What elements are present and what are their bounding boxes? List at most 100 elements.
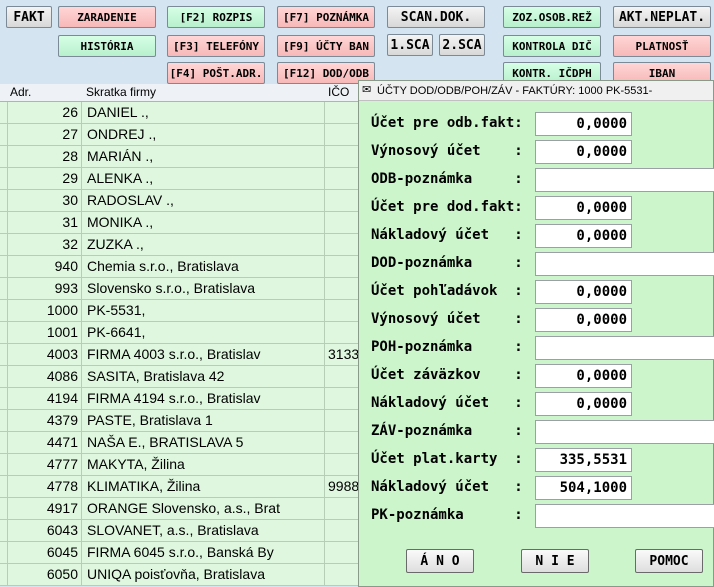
- adr-cell: 6045: [8, 542, 82, 563]
- table-row[interactable]: 6043 SLOVANET, a.s., Bratislava: [0, 520, 358, 542]
- name-cell: PASTE, Bratislava 1: [84, 410, 325, 431]
- dod-account-input[interactable]: 0,0000: [535, 196, 632, 220]
- table-row[interactable]: 4778 KLIMATIKA, Žilina 9988: [0, 476, 358, 498]
- table-row[interactable]: 4379 PASTE, Bratislava 1: [0, 410, 358, 432]
- zav-note-input[interactable]: [535, 420, 714, 444]
- row-selector[interactable]: [0, 190, 8, 211]
- f7-poznamka-button[interactable]: [F7] POZNÁMKA: [277, 6, 375, 28]
- pomoc-button[interactable]: POMOC: [635, 549, 703, 573]
- zav-account-input[interactable]: 0,0000: [535, 364, 632, 388]
- nie-button[interactable]: N I E: [521, 549, 589, 573]
- table-row[interactable]: 29 ALENKA .,: [0, 168, 358, 190]
- table-row[interactable]: 6050 UNIQA poisťovňa, Bratislava: [0, 564, 358, 586]
- row-selector[interactable]: [0, 432, 8, 453]
- sca2-button[interactable]: 2.SCA: [439, 34, 485, 56]
- ico-cell: [326, 388, 358, 409]
- adr-cell: 940: [8, 256, 82, 277]
- adr-cell: 32: [8, 234, 82, 255]
- adr-cell: 4003: [8, 344, 82, 365]
- table-row[interactable]: 26 DANIEL .,: [0, 102, 358, 124]
- f9-ucty-ban-button[interactable]: [F9] ÚČTY BAN: [277, 35, 375, 57]
- name-cell: RADOSLAV .,: [84, 190, 325, 211]
- table-row[interactable]: 31 MONIKA .,: [0, 212, 358, 234]
- row-selector[interactable]: [0, 344, 8, 365]
- row-selector[interactable]: [0, 278, 8, 299]
- name-column-header[interactable]: Skratka firmy: [86, 85, 156, 99]
- table-row[interactable]: 4777 MAKYTA, Žilina: [0, 454, 358, 476]
- adr-cell: 1000: [8, 300, 82, 321]
- table-row[interactable]: 4917 ORANGE Slovensko, a.s., Brat: [0, 498, 358, 520]
- poh-revenue-input[interactable]: 0,0000: [535, 308, 632, 332]
- table-row[interactable]: 6045 FIRMA 6045 s.r.o., Banská By: [0, 542, 358, 564]
- zoz-osob-rez-button[interactable]: ZOZ.OSOB.REŽ: [503, 6, 601, 28]
- table-row[interactable]: 1000 PK-5531,: [0, 300, 358, 322]
- row-selector[interactable]: [0, 300, 8, 321]
- akt-neplat-button[interactable]: AKT.NEPLAT.: [613, 6, 711, 28]
- table-row[interactable]: 940 Chemia s.r.o., Bratislava: [0, 256, 358, 278]
- adr-cell: 4471: [8, 432, 82, 453]
- ico-cell: [326, 168, 358, 189]
- fakt-button[interactable]: FAKT: [6, 6, 52, 28]
- ico-cell: [326, 542, 358, 563]
- row-selector[interactable]: [0, 542, 8, 563]
- pk-cost-input[interactable]: 504,1000: [535, 476, 632, 500]
- historia-button[interactable]: HISTÓRIA: [58, 35, 156, 57]
- row-selector[interactable]: [0, 322, 8, 343]
- zav-cost-label: Nákladový účet :: [371, 395, 523, 411]
- table-row[interactable]: 4086 SASITA, Bratislava 42: [0, 366, 358, 388]
- table-row[interactable]: 32 ZUZKA .,: [0, 234, 358, 256]
- row-selector[interactable]: [0, 498, 8, 519]
- odb-note-input[interactable]: [535, 168, 714, 192]
- row-selector[interactable]: [0, 454, 8, 475]
- table-row[interactable]: 4471 NAŠA E., BRATISLAVA 5: [0, 432, 358, 454]
- row-selector[interactable]: [0, 388, 8, 409]
- row-selector[interactable]: [0, 564, 8, 585]
- ico-column-header[interactable]: IČO: [328, 85, 349, 99]
- name-cell: MONIKA .,: [84, 212, 325, 233]
- sca1-button[interactable]: 1.SCA: [387, 34, 433, 56]
- scan-dok-button[interactable]: SCAN.DOK.: [387, 6, 485, 28]
- platnost-button[interactable]: PLATNOSŤ: [613, 35, 711, 57]
- f2-rozpis-button[interactable]: [F2] ROZPIS: [167, 6, 265, 28]
- table-row[interactable]: 27 ONDREJ .,: [0, 124, 358, 146]
- adr-cell: 4086: [8, 366, 82, 387]
- ico-cell: [326, 454, 358, 475]
- table-row[interactable]: 30 RADOSLAV .,: [0, 190, 358, 212]
- f4-post-adr-button[interactable]: [F4] POŠT.ADR.: [167, 62, 265, 84]
- dod-cost-input[interactable]: 0,0000: [535, 224, 632, 248]
- row-selector[interactable]: [0, 168, 8, 189]
- row-selector[interactable]: [0, 146, 8, 167]
- row-selector[interactable]: [0, 366, 8, 387]
- ano-button[interactable]: Á N O: [406, 549, 474, 573]
- poh-note-input[interactable]: [535, 336, 714, 360]
- row-selector[interactable]: [0, 520, 8, 541]
- adr-cell: 993: [8, 278, 82, 299]
- adr-column-header[interactable]: Adr.: [10, 85, 31, 99]
- pk-note-input[interactable]: [535, 504, 714, 528]
- pk-account-input[interactable]: 335,5531: [535, 448, 632, 472]
- row-selector[interactable]: [0, 102, 8, 123]
- odb-account-input[interactable]: 0,0000: [535, 112, 632, 136]
- row-selector[interactable]: [0, 124, 8, 145]
- kontrola-dic-button[interactable]: KONTROLA DIČ: [503, 35, 601, 57]
- table-row[interactable]: 28 MARIÁN .,: [0, 146, 358, 168]
- adr-cell: 6043: [8, 520, 82, 541]
- table-row[interactable]: 4194 FIRMA 4194 s.r.o., Bratislav: [0, 388, 358, 410]
- name-cell: FIRMA 6045 s.r.o., Banská By: [84, 542, 325, 563]
- row-selector[interactable]: [0, 212, 8, 233]
- table-row[interactable]: 1001 PK-6641,: [0, 322, 358, 344]
- row-selector[interactable]: [0, 256, 8, 277]
- poh-account-input[interactable]: 0,0000: [535, 280, 632, 304]
- dod-note-input[interactable]: [535, 252, 714, 276]
- row-selector[interactable]: [0, 476, 8, 497]
- table-row[interactable]: 993 Slovensko s.r.o., Bratislava: [0, 278, 358, 300]
- table-row[interactable]: 4003 FIRMA 4003 s.r.o., Bratislav 3133: [0, 344, 358, 366]
- row-selector[interactable]: [0, 234, 8, 255]
- f3-telefony-button[interactable]: [F3] TELEFÓNY: [167, 35, 265, 57]
- row-selector[interactable]: [0, 410, 8, 431]
- zav-cost-input[interactable]: 0,0000: [535, 392, 632, 416]
- adr-cell: 4777: [8, 454, 82, 475]
- adr-cell: 29: [8, 168, 82, 189]
- zaradenie-button[interactable]: ZARADENIE: [58, 6, 156, 28]
- odb-revenue-input[interactable]: 0,0000: [535, 140, 632, 164]
